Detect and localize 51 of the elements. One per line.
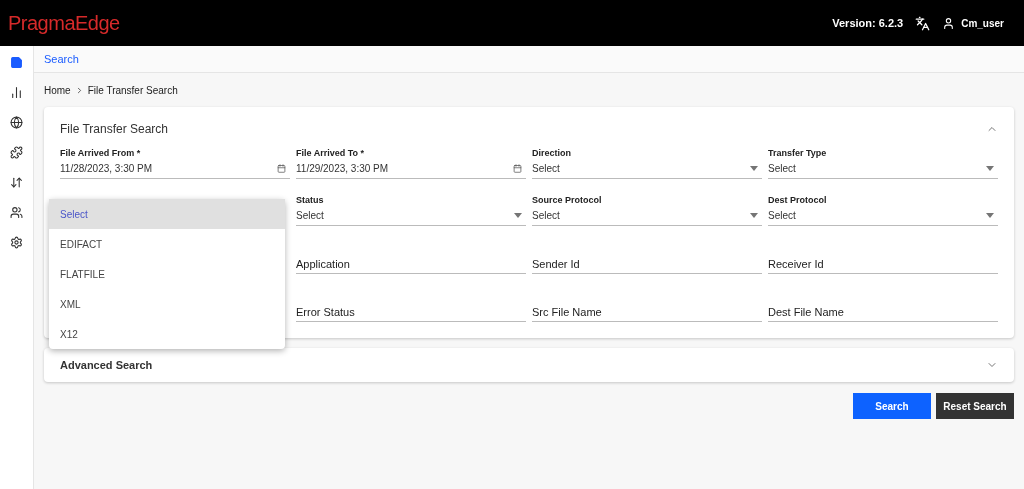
breadcrumb-item: File Transfer Search xyxy=(87,83,178,98)
menu-option[interactable]: X12 xyxy=(49,319,285,349)
caret-icon xyxy=(750,213,758,218)
globe-icon[interactable] xyxy=(10,116,23,129)
calendar-icon xyxy=(277,164,286,173)
document-icon[interactable] xyxy=(10,56,23,69)
field-label: Direction xyxy=(532,147,572,159)
menu-option[interactable]: Select xyxy=(49,199,285,229)
users-icon[interactable] xyxy=(10,206,23,219)
field-label: Status xyxy=(296,194,325,206)
user-icon xyxy=(942,16,956,30)
select-field[interactable]: Select xyxy=(532,206,762,226)
search-button[interactable]: Search xyxy=(853,393,931,419)
select-field[interactable]: Select xyxy=(296,206,526,226)
text-field[interactable]: Application xyxy=(296,254,526,274)
page-title: Search xyxy=(44,51,79,67)
select-field[interactable]: Select xyxy=(768,206,998,226)
calendar-icon xyxy=(513,164,522,173)
menu-option[interactable]: FLATFILE xyxy=(49,259,285,289)
bar-chart-icon[interactable] xyxy=(10,86,23,99)
field-label: Transfer Type xyxy=(768,147,828,159)
text-field[interactable]: Src File Name xyxy=(532,302,762,322)
version-text: Version: 6.2.3 xyxy=(832,15,904,31)
select-field[interactable]: Select xyxy=(532,159,762,179)
panel-title: File Transfer Search xyxy=(60,121,169,138)
field-label: File Arrived To * xyxy=(296,147,365,159)
field-label: Dest Protocol xyxy=(768,194,828,206)
reset-button[interactable]: Reset Search xyxy=(936,393,1014,419)
logo: PragmaEdge xyxy=(8,11,120,36)
menu-option[interactable]: EDIFACT xyxy=(49,229,285,259)
settings-icon[interactable] xyxy=(10,236,23,249)
date-field[interactable]: 11/29/2023, 3:30 PM xyxy=(296,159,526,179)
puzzle-icon[interactable] xyxy=(10,146,23,159)
field-label: Source Protocol xyxy=(532,194,603,206)
caret-icon xyxy=(514,213,522,218)
breadcrumb-item[interactable]: Home xyxy=(44,82,71,98)
select-field[interactable]: Select xyxy=(768,159,998,179)
arrows-icon[interactable] xyxy=(10,176,23,189)
advanced-panel[interactable]: Advanced Search xyxy=(44,348,1014,382)
caret-icon xyxy=(750,166,758,171)
user-name[interactable]: Cm_user xyxy=(961,15,1004,31)
text-field[interactable]: Dest File Name xyxy=(768,302,998,322)
caret-icon xyxy=(986,166,994,171)
date-field[interactable]: 11/28/2023, 3:30 PM xyxy=(60,159,290,179)
text-field[interactable]: Sender Id xyxy=(532,254,762,274)
text-field[interactable]: Receiver Id xyxy=(768,254,998,274)
translate-icon[interactable] xyxy=(915,15,931,31)
menu-option[interactable]: XML xyxy=(49,289,285,319)
field-label: File Arrived From * xyxy=(60,147,142,159)
caret-icon xyxy=(986,213,994,218)
text-field[interactable]: Error Status xyxy=(296,302,526,322)
